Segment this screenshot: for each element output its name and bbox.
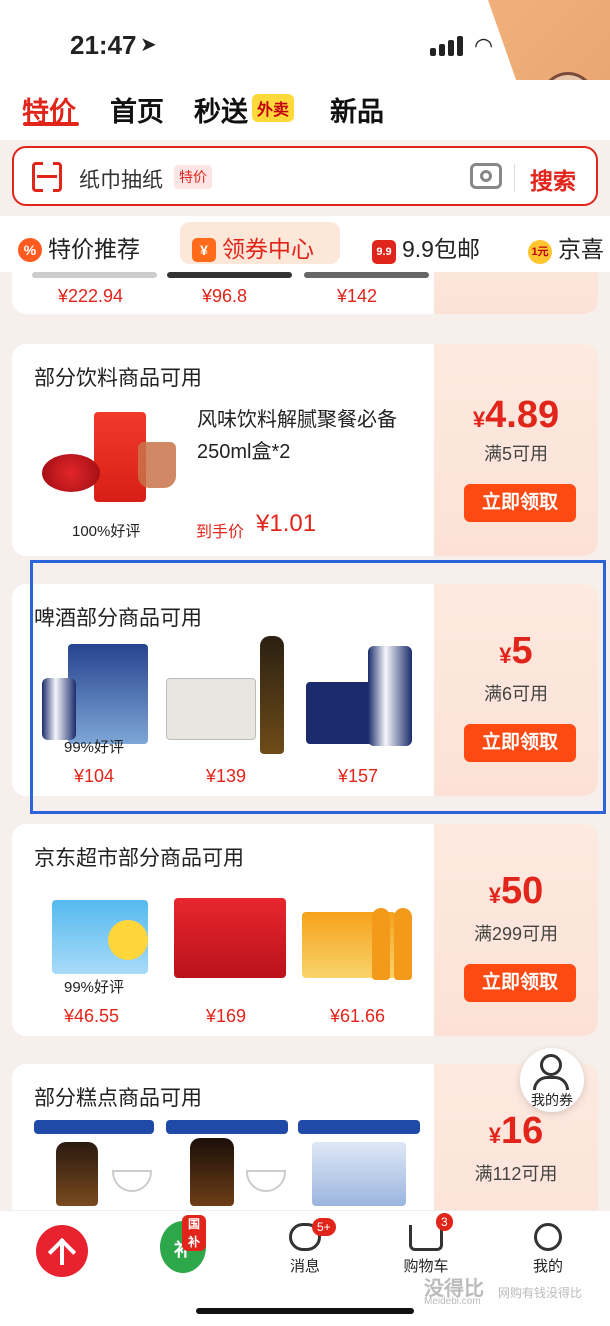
subtab-jingxi[interactable]: 1元 京喜 xyxy=(528,230,604,264)
card-title: 部分饮料商品可用 xyxy=(34,367,202,390)
nav-guobu[interactable]: 补国补 xyxy=(133,1215,233,1273)
nav-messages[interactable]: 5+ 消息 xyxy=(255,1218,355,1276)
camera-icon[interactable] xyxy=(470,163,502,189)
search-divider xyxy=(514,164,515,192)
coupon-value: 4.89 xyxy=(485,394,560,436)
arrow-up-icon xyxy=(36,1225,88,1277)
search-tag: 特价 xyxy=(174,165,212,189)
product-price: ¥142 xyxy=(337,286,378,306)
coupon-icon: ¥ xyxy=(192,238,216,262)
user-icon xyxy=(540,1054,562,1076)
user-icon-body xyxy=(533,1076,569,1090)
coupon-condition: 满5可用 xyxy=(483,444,548,464)
rating-label: 99%好评 xyxy=(64,979,125,996)
waimai-badge: 外卖 xyxy=(252,94,295,122)
coupon-feed[interactable]: ¥222.94 ¥96.8 ¥142 部分饮料商品可用 100%好评 风味饮料解… xyxy=(0,272,610,1210)
final-price-label: 到手价 xyxy=(196,524,245,541)
subtab-tejia-tuijian[interactable]: % 特价推荐 xyxy=(18,230,140,264)
subtab-label: 京喜 xyxy=(558,236,604,262)
subtab-label: 领券中心 xyxy=(222,236,314,262)
tab-miaosong[interactable]: 秒送 外卖 xyxy=(194,90,295,129)
subtab-label: 9.9包邮 xyxy=(402,236,480,262)
product-image xyxy=(304,272,429,278)
active-tab-underline xyxy=(23,122,79,126)
coupon-amount: ¥50 xyxy=(434,870,598,913)
final-price: ¥1.01 xyxy=(256,510,317,537)
product-name[interactable]: 风味饮料解腻聚餐必备250ml盒*2 xyxy=(197,404,425,468)
one-yuan-icon: 1元 xyxy=(528,240,552,264)
nine-nine-icon: 9.9 xyxy=(372,240,396,264)
search-input[interactable]: 纸巾抽纸 xyxy=(79,164,163,194)
coupon-amount: ¥16 xyxy=(434,1110,598,1153)
cart-icon: 3 xyxy=(409,1213,453,1251)
cart-badge: 3 xyxy=(436,1213,453,1231)
get-coupon-button[interactable]: 立即领取 xyxy=(464,484,576,522)
tab-home[interactable]: 首页 xyxy=(110,90,164,129)
card-coupon-panel xyxy=(434,272,598,314)
currency-symbol: ¥ xyxy=(488,883,501,908)
coupon-card-partial: ¥222.94 ¥96.8 ¥142 xyxy=(12,272,598,314)
selection-highlight xyxy=(30,560,606,814)
person-icon xyxy=(534,1223,562,1251)
message-icon: 5+ xyxy=(289,1218,336,1251)
subtab-coupon-center[interactable]: ¥ 领券中心 xyxy=(192,230,314,264)
message-badge: 5+ xyxy=(312,1218,336,1236)
card-title: 部分糕点商品可用 xyxy=(34,1087,202,1110)
nav-cart[interactable]: 3 购物车 xyxy=(376,1213,476,1276)
home-indicator xyxy=(196,1308,414,1314)
product-image xyxy=(167,272,292,278)
my-coupons-label: 我的券 xyxy=(531,1092,573,1108)
scan-icon[interactable] xyxy=(32,159,62,195)
coupon-condition: 满112可用 xyxy=(474,1164,558,1184)
guobu-badge: 国补 xyxy=(182,1215,206,1251)
top-tabs: 特价 首页 秒送 外卖 新品 xyxy=(0,80,610,140)
card-title: 京东超市部分商品可用 xyxy=(34,847,244,870)
wifi-icon: ◠ xyxy=(474,33,494,58)
currency-symbol: ¥ xyxy=(488,1123,501,1148)
rating-label: 100%好评 xyxy=(72,523,141,540)
product-price: ¥61.66 xyxy=(330,1006,386,1026)
nav-me[interactable]: 我的 xyxy=(498,1223,598,1276)
currency-symbol: ¥ xyxy=(472,407,486,432)
percent-icon: % xyxy=(18,238,42,262)
coupon-card[interactable]: 部分饮料商品可用 100%好评 风味饮料解腻聚餐必备250ml盒*2 到手价 ¥… xyxy=(12,344,598,556)
get-coupon-button[interactable]: 立即领取 xyxy=(464,964,576,1002)
watermark-slogan: 网购有钱没得比 xyxy=(498,1286,583,1300)
back-to-top-button[interactable] xyxy=(12,1225,112,1277)
search-button[interactable]: 搜索 xyxy=(530,162,576,196)
coupon-value: 16 xyxy=(500,1110,544,1152)
search-bar[interactable]: 纸巾抽纸 特价 搜索 xyxy=(12,146,598,206)
subtab-9-9[interactable]: 9.9 9.9包邮 xyxy=(372,230,480,264)
product-price: ¥222.94 xyxy=(58,286,124,306)
tab-miaosong-label: 秒送 xyxy=(194,97,248,127)
clock: 21:47 xyxy=(70,30,137,60)
product-price: ¥46.55 xyxy=(64,1006,120,1026)
coupon-value: 50 xyxy=(500,870,544,912)
coupon-condition: 满299可用 xyxy=(473,924,559,944)
product-price: ¥96.8 xyxy=(202,286,248,306)
product-image xyxy=(32,272,157,278)
signal-icon xyxy=(430,36,463,56)
tab-new[interactable]: 新品 xyxy=(330,90,384,129)
guobu-icon: 补国补 xyxy=(160,1215,206,1273)
subtab-label: 特价推荐 xyxy=(48,236,140,262)
nav-label: 我的 xyxy=(532,1258,563,1275)
coupon-card[interactable]: 京东超市部分商品可用 99%好评 ¥46.55 ¥169 ¥61.66 ¥50 … xyxy=(12,824,598,1036)
my-coupons-button[interactable]: 我的券 xyxy=(520,1048,584,1112)
location-arrow-icon: ➤ xyxy=(140,34,157,56)
watermark-domain: Meidebi.com xyxy=(424,1296,481,1307)
nav-label: 消息 xyxy=(289,1258,320,1275)
coupon-card[interactable]: 部分糕点商品可用 ¥16 满112可用 xyxy=(12,1064,598,1210)
product-price: ¥169 xyxy=(206,1006,247,1026)
sub-tabs: % 特价推荐 ¥ 领券中心 9.9 9.9包邮 1元 京喜 xyxy=(0,216,610,272)
coupon-amount: ¥4.89 xyxy=(434,394,598,437)
